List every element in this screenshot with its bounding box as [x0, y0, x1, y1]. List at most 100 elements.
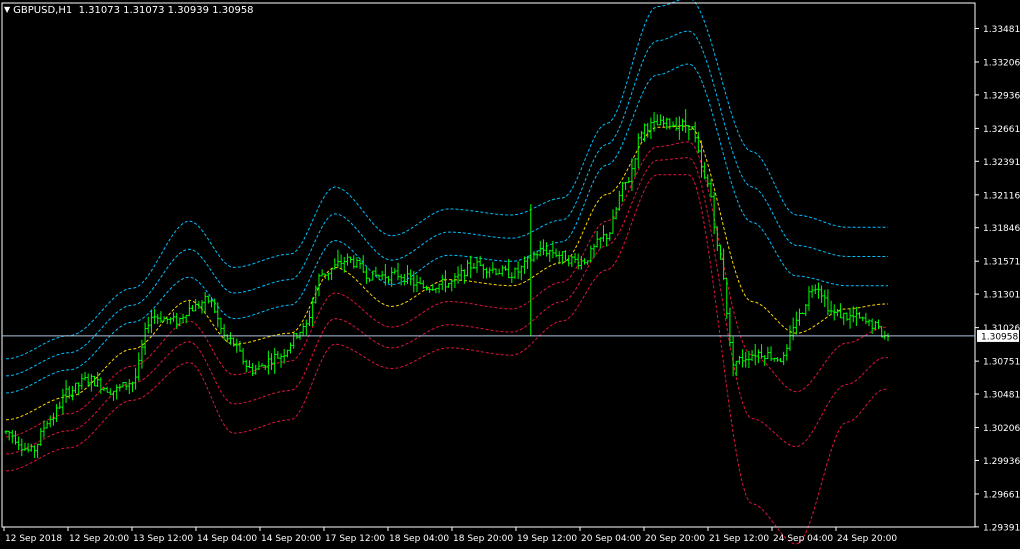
candle	[320, 269, 324, 277]
candle	[475, 256, 479, 273]
series-band-upper-3	[5, 0, 888, 360]
candle	[772, 357, 776, 362]
candle	[456, 266, 460, 284]
current-price-label: 1.30958	[981, 332, 1018, 342]
candle	[149, 309, 153, 334]
candle	[677, 116, 681, 140]
candle	[36, 443, 40, 459]
candle	[364, 267, 368, 284]
series-band-upper-1	[5, 63, 888, 394]
candle	[826, 289, 830, 316]
candle	[820, 285, 824, 303]
candle	[586, 260, 590, 265]
candle	[450, 279, 454, 292]
candle	[159, 311, 163, 323]
candle	[500, 265, 504, 277]
candle	[810, 285, 814, 298]
candle	[491, 261, 495, 274]
candle	[655, 114, 659, 126]
candle	[434, 287, 438, 294]
candle	[478, 255, 482, 267]
chart-header: ▼ GBPUSD,H1 1.31073 1.31073 1.30939 1.309…	[4, 3, 254, 18]
series-band-lower-2	[5, 157, 888, 455]
candle	[611, 209, 615, 234]
current-price-badge: 1.30958	[977, 329, 1019, 342]
candle	[238, 341, 242, 352]
candle	[127, 379, 131, 394]
candle	[671, 121, 675, 127]
ohlc-values: 1.31073 1.31073 1.30939 1.30958	[78, 5, 254, 16]
price-chart[interactable]: 1.33481 1.33206 1.32936 1.32661 1.32391 1.321…	[0, 0, 1020, 549]
candle	[361, 255, 365, 273]
candle	[867, 319, 871, 327]
candle	[535, 250, 539, 260]
candle	[206, 295, 210, 304]
candle	[541, 239, 545, 256]
candle	[4, 430, 8, 435]
candle	[115, 384, 119, 400]
x-tick-label: 21 Sep 12:00	[709, 534, 769, 544]
candle	[801, 312, 805, 315]
candle	[143, 322, 147, 355]
candle	[554, 248, 558, 258]
candle	[873, 320, 877, 331]
candle	[181, 313, 185, 324]
candle	[564, 250, 568, 261]
triangle-down-icon[interactable]: ▼	[4, 3, 10, 17]
candle	[111, 390, 115, 401]
candle	[421, 280, 425, 289]
y-tick-label: 1.29661	[983, 490, 1020, 500]
candle	[684, 109, 688, 133]
y-tick-label: 1.30481	[983, 391, 1020, 401]
candle	[744, 351, 748, 368]
candle	[276, 351, 280, 359]
candle	[712, 191, 716, 235]
candle	[428, 287, 432, 293]
candle	[380, 270, 384, 280]
candle	[728, 307, 732, 347]
chart-axes: 1.33481 1.33206 1.32936 1.32661 1.32391 1.321…	[1, 2, 1020, 544]
candle	[58, 401, 62, 409]
candle	[466, 259, 470, 277]
series-band-lower-1	[5, 141, 888, 438]
x-tick-label: 13 Sep 12:00	[133, 534, 193, 544]
candle	[842, 312, 846, 326]
y-tick-label: 1.31846	[983, 224, 1020, 234]
candle	[797, 308, 801, 326]
candle	[191, 305, 195, 312]
candle	[51, 412, 55, 426]
candle	[794, 311, 798, 335]
y-tick-label: 1.33481	[983, 25, 1020, 35]
candle	[592, 243, 596, 258]
candle	[412, 271, 416, 293]
candle	[61, 388, 65, 415]
candle	[839, 303, 843, 319]
candle	[513, 267, 517, 279]
candle	[835, 308, 839, 317]
candle	[823, 289, 827, 307]
candle	[146, 316, 150, 334]
candle	[747, 350, 751, 368]
candle	[330, 268, 334, 280]
candle	[349, 256, 353, 264]
candle	[273, 347, 277, 374]
candle	[750, 350, 754, 361]
candle	[763, 355, 767, 366]
candle	[266, 350, 270, 375]
candle	[813, 284, 817, 294]
candle	[304, 319, 308, 336]
candle	[829, 300, 833, 314]
y-tick-label: 1.32116	[983, 191, 1020, 201]
candle	[624, 181, 628, 190]
candle	[620, 182, 624, 202]
candle	[48, 415, 52, 428]
candle	[393, 268, 397, 275]
candle	[883, 330, 887, 340]
candle	[200, 300, 204, 314]
candle	[55, 404, 59, 422]
candle	[510, 272, 514, 283]
candle	[137, 352, 141, 381]
candle	[791, 317, 795, 341]
candle	[172, 312, 176, 322]
candle	[598, 237, 602, 249]
